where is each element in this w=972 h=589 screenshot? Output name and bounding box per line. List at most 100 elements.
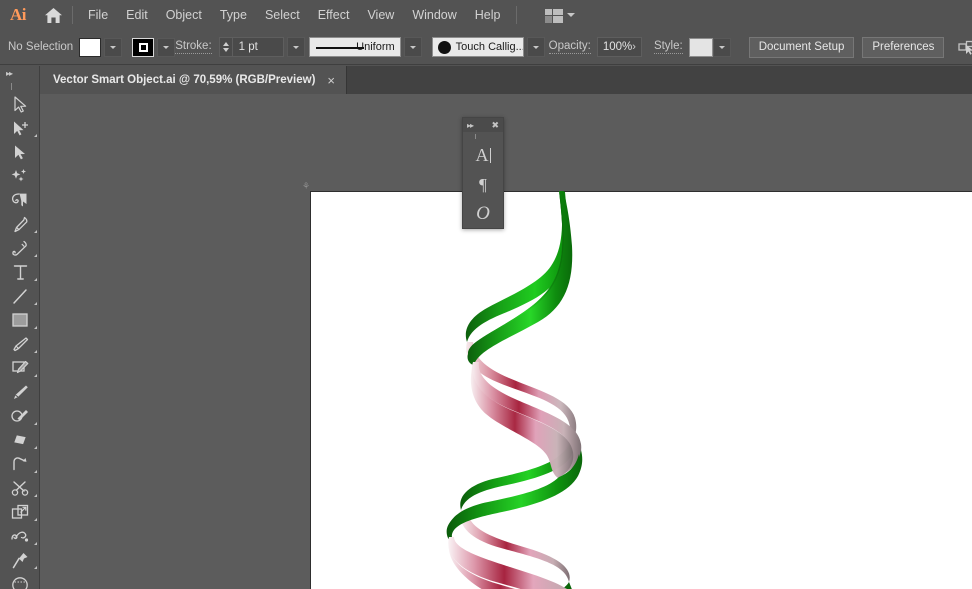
character-panel-icon[interactable]: A [463,141,503,170]
tools-panel-collapse[interactable]: ▸▸ [0,66,39,80]
character-glyph: A [475,145,489,165]
opacity-input[interactable]: 100% › [596,37,642,57]
document-setup-button[interactable]: Document Setup [748,36,855,58]
flyout-triangle-icon [34,518,37,521]
add-anchor-point-tool[interactable] [0,236,40,260]
opacity-label[interactable]: Opacity: [548,40,591,54]
stepper-up-icon [222,42,229,46]
opentype-panel-icon[interactable]: O [463,199,503,228]
menu-divider-2 [515,6,517,24]
ribbon-segment-green-2 [460,436,575,510]
menu-item-object[interactable]: Object [157,0,211,30]
flyout-triangle-icon [34,278,37,281]
illustrator-window: Ai File Edit Object Type Select Effect V… [0,0,972,589]
flyout-triangle-icon [34,566,37,569]
type-panels-titlebar[interactable]: ▸▸ ✖ [463,118,503,132]
profile-line-icon [315,47,364,49]
close-icon[interactable]: ✖ [491,120,499,130]
menu-item-window[interactable]: Window [403,0,465,30]
stroke-weight-stepper[interactable] [218,37,232,57]
brush-dot-icon [437,40,451,54]
flyout-triangle-icon [34,326,37,329]
fill-dropdown-button[interactable] [104,37,123,57]
type-panels-grip[interactable] [463,132,503,141]
chevron-down-icon [409,45,416,49]
select-similar-objects-button[interactable] [958,40,972,55]
canvas-area[interactable]: ⚘ [40,94,972,589]
app-logo-icon: Ai [10,5,27,24]
profile-dropdown[interactable] [403,37,422,57]
chevron-down-icon [110,45,117,49]
chevron-right-icon[interactable]: › [632,41,636,53]
double-chevron-right-icon[interactable]: ▸▸ [467,121,474,130]
paintbrush-tool[interactable] [0,332,40,356]
ribbon-segment-pink-2 [460,510,570,582]
eraser-tool[interactable] [0,404,40,428]
menu-item-view[interactable]: View [358,0,403,30]
preferences-button[interactable]: Preferences [862,36,945,58]
direct-selection-tool[interactable] [0,116,40,140]
close-icon[interactable]: × [327,74,335,87]
flyout-triangle-icon [34,374,37,377]
scale-tool[interactable] [0,452,40,476]
stroke-inner [138,42,148,52]
menu-item-select[interactable]: Select [256,0,309,30]
graphic-style-swatch[interactable] [688,37,713,57]
rotate-tool[interactable] [0,428,40,452]
tools-panel-grip[interactable] [0,80,40,92]
workspace-switcher[interactable] [537,0,583,30]
type-tool[interactable] [0,260,40,284]
flyout-triangle-icon [34,446,37,449]
opacity-value: 100% [602,41,633,53]
stroke-weight-label[interactable]: Stroke: [175,40,212,54]
stroke-weight-input[interactable]: 1 pt [231,37,284,57]
artboard[interactable] [310,191,972,589]
artboard-tool[interactable] [0,548,40,572]
width-tool[interactable] [0,476,40,500]
gradient-tool[interactable] [0,572,40,589]
double-chevron-right-icon: ▸▸ [6,68,13,78]
chevron-down-icon [163,45,170,49]
fill-color-swatch[interactable] [79,37,102,57]
lasso-tool[interactable] [0,164,40,188]
menu-divider [72,6,73,24]
menu-item-help[interactable]: Help [466,0,510,30]
free-transform-tool[interactable] [0,500,40,524]
menu-item-type[interactable]: Type [211,0,256,30]
rectangle-tool[interactable] [0,308,40,332]
shape-builder-tool[interactable] [0,524,40,548]
shaper-tool[interactable] [0,356,40,380]
blob-brush-tool[interactable] [0,380,40,404]
paragraph-panel-icon[interactable]: ¶ [463,170,503,199]
select-similar-objects-icon [958,40,972,55]
menu-item-edit[interactable]: Edit [117,0,157,30]
home-icon[interactable] [36,0,70,30]
brush-label: Touch Callig... [455,41,524,53]
text-cursor-icon [489,148,491,163]
style-dropdown[interactable] [712,37,731,57]
flyout-triangle-icon [34,230,37,233]
brush-definition[interactable]: Touch Callig... [431,37,524,57]
stroke-dropdown-button[interactable] [157,37,176,57]
flyout-triangle-icon [34,494,37,497]
artboard-corner-mark: ⚘ [302,181,311,191]
control-bar: No Selection Stroke: 1 pt Uniform Touch … [0,30,972,65]
selection-tool[interactable] [0,92,40,116]
brush-dropdown[interactable] [526,37,545,57]
document-tab[interactable]: Vector Smart Object.ai @ 70,59% (RGB/Pre… [40,66,347,94]
ribbon-segment-pink-1 [466,342,577,454]
menu-item-file[interactable]: File [79,0,117,30]
stroke-color-swatch[interactable] [132,37,155,57]
pen-tool[interactable] [0,212,40,236]
style-label[interactable]: Style: [653,40,683,54]
variable-width-profile[interactable]: Uniform [308,37,401,57]
magic-wand-tool[interactable] [0,140,40,164]
spiral-ribbon-artwork[interactable] [311,192,972,589]
stroke-weight-dropdown[interactable] [286,37,305,57]
chevron-down-icon [566,13,575,17]
line-segment-tool[interactable] [0,284,40,308]
curvature-tool[interactable] [0,188,40,212]
workspace-switcher-icon [544,8,563,23]
menu-item-effect[interactable]: Effect [309,0,359,30]
selection-status: No Selection [8,41,74,53]
